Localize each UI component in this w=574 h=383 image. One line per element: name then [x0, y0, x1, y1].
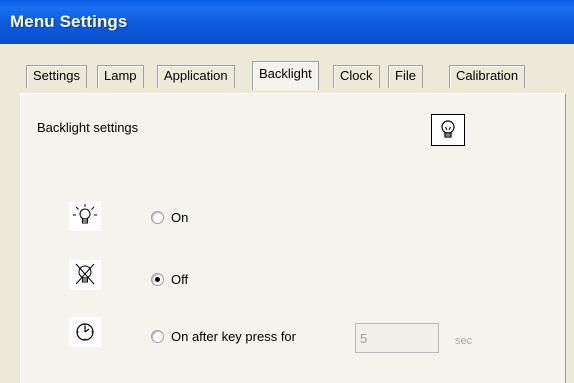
tab-label: Backlight — [259, 66, 312, 81]
radio-button-on-after-key-press[interactable] — [151, 330, 164, 343]
radio-button-off[interactable] — [151, 273, 164, 286]
tab-label: Calibration — [456, 68, 519, 83]
tab-backlight[interactable]: Backlight — [252, 61, 319, 90]
tab-strip: Settings Lamp Application Backlight Cloc… — [26, 61, 566, 90]
tab-application[interactable]: Application — [157, 65, 235, 88]
tab-label: Clock — [340, 68, 373, 83]
tab-clock[interactable]: Clock — [333, 65, 380, 88]
radio-label-on-after-key-press: On after key press for — [171, 329, 296, 344]
delay-unit-label: sec — [455, 335, 473, 347]
tab-label: Lamp — [104, 68, 137, 83]
bulb-icon — [441, 120, 455, 138]
radio-label-off: Off — [171, 272, 189, 287]
radio-off[interactable]: Off — [151, 272, 188, 287]
bulb-off-icon — [69, 260, 101, 290]
tab-settings[interactable]: Settings — [26, 65, 87, 88]
delay-seconds-input[interactable] — [355, 323, 439, 353]
tab-label: File — [395, 68, 416, 83]
tab-label: Application — [164, 68, 228, 83]
radio-on-after-key-press[interactable]: On after key press for — [151, 329, 296, 344]
section-label: Backlight settings — [37, 120, 139, 135]
window-title: Menu Settings — [10, 12, 128, 31]
window-body: Settings Lamp Application Backlight Cloc… — [0, 44, 574, 383]
tab-file[interactable]: File — [388, 65, 423, 88]
current-backlight-status — [431, 114, 465, 146]
timer-icon — [69, 317, 101, 347]
backlight-panel: Backlight settings On Off On after key p… — [20, 93, 566, 383]
radio-on[interactable]: On — [151, 210, 188, 225]
tab-lamp[interactable]: Lamp — [97, 65, 144, 88]
title-bar[interactable]: Menu Settings — [0, 0, 574, 44]
bulb-on-icon — [69, 201, 101, 231]
radio-button-on[interactable] — [151, 211, 164, 224]
tab-label: Settings — [33, 68, 80, 83]
tab-calibration[interactable]: Calibration — [449, 65, 526, 88]
radio-label-on: On — [171, 210, 189, 225]
